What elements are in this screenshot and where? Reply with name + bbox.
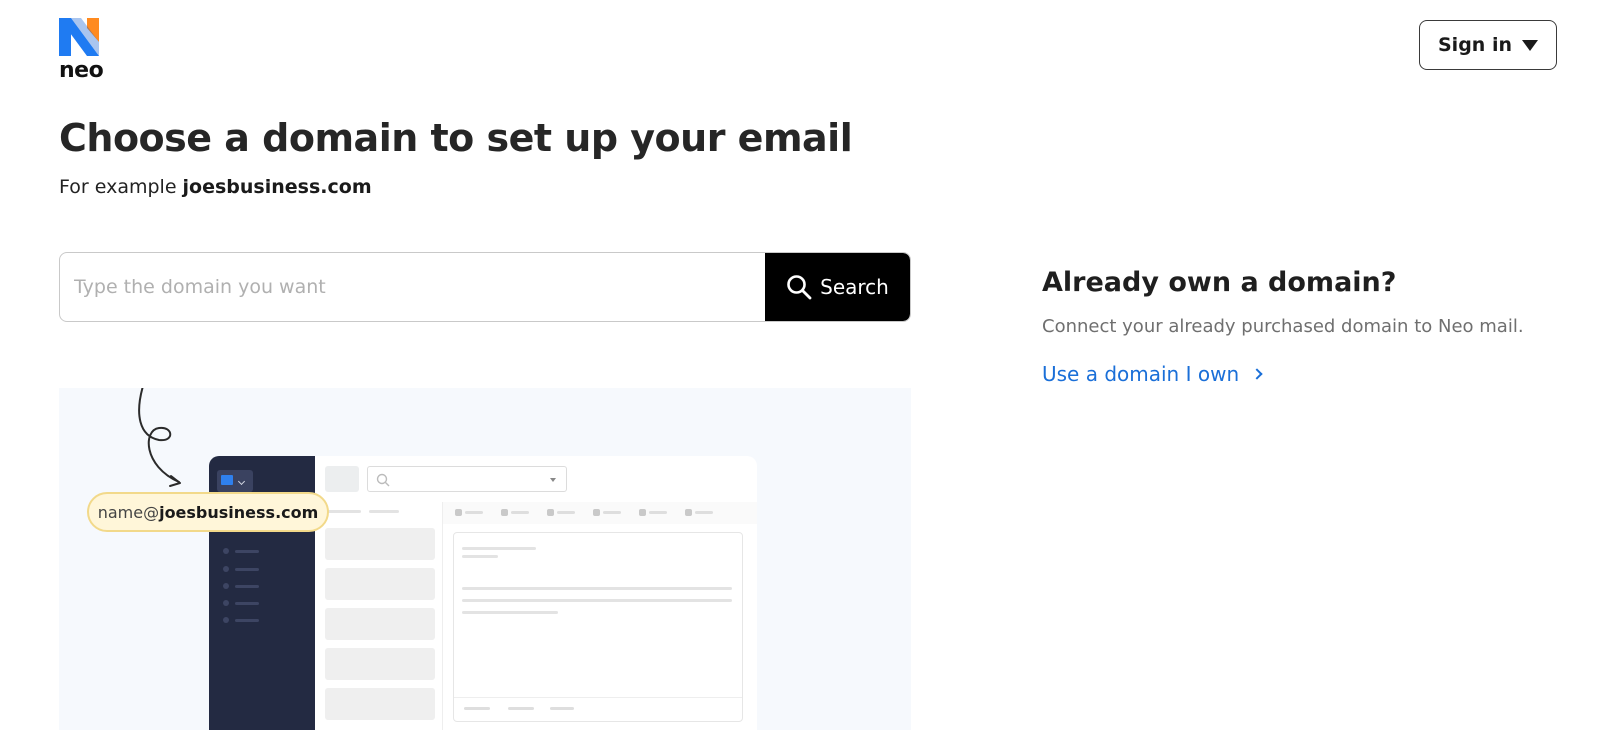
search-button-label: Search xyxy=(820,275,889,299)
mail-main-panel xyxy=(315,456,757,730)
page-title: Choose a domain to set up your email xyxy=(59,116,853,160)
domain-search-box: Search xyxy=(59,252,911,322)
example-email-prefix: name@ xyxy=(97,502,160,522)
compose-icon xyxy=(325,466,359,492)
use-own-domain-link[interactable]: Use a domain I own xyxy=(1042,362,1263,386)
own-domain-description: Connect your already purchased domain to… xyxy=(1042,316,1524,337)
subtitle-prefix: For example xyxy=(59,176,183,198)
chevron-right-icon xyxy=(1251,368,1263,380)
use-own-domain-link-label: Use a domain I own xyxy=(1042,362,1240,386)
example-email-badge: name@ joesbusiness.com xyxy=(87,492,329,532)
mail-toolbar xyxy=(443,502,757,524)
mail-reading-pane xyxy=(453,532,743,722)
mail-app-icon xyxy=(217,470,253,492)
subtitle: For example joesbusiness.com xyxy=(59,176,372,198)
caret-down-icon xyxy=(1521,39,1538,51)
example-email-domain: joesbusiness.com xyxy=(159,502,319,522)
domain-search-input[interactable] xyxy=(60,253,765,321)
email-illustration: name@ joesbusiness.com xyxy=(59,388,911,730)
neo-logo[interactable]: neo xyxy=(59,18,119,83)
subtitle-example-domain: joesbusiness.com xyxy=(182,176,372,198)
mail-search-bar xyxy=(367,466,567,492)
sign-in-button[interactable]: Sign in xyxy=(1419,20,1557,70)
search-button[interactable]: Search xyxy=(765,253,910,321)
logo-text: neo xyxy=(59,58,104,83)
search-icon xyxy=(787,275,812,300)
own-domain-title: Already own a domain? xyxy=(1042,267,1397,298)
neo-logo-icon xyxy=(59,18,99,56)
mail-list xyxy=(315,502,443,730)
sign-in-label: Sign in xyxy=(1438,34,1512,56)
